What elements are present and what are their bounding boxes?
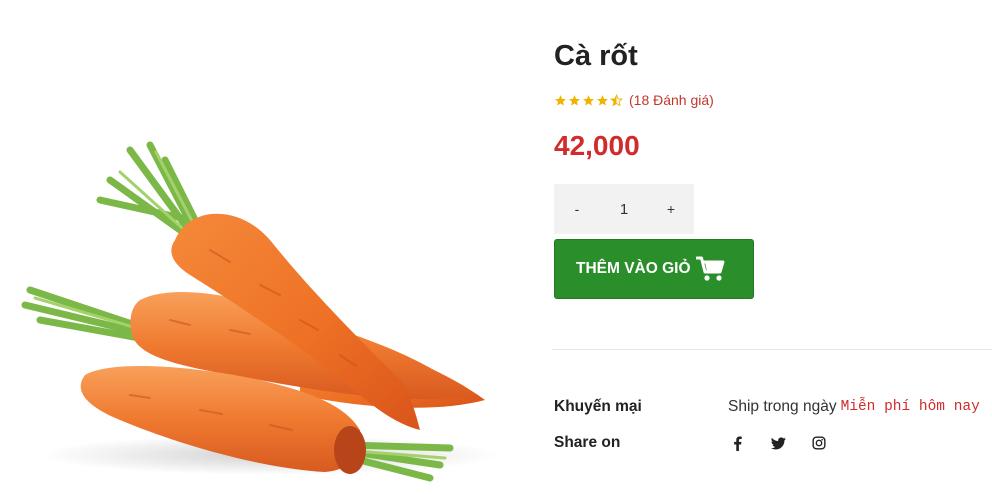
add-to-cart-button[interactable]: THÊM VÀO GIỎ <box>554 239 754 299</box>
product-image <box>0 0 520 494</box>
carrot-image <box>21 141 500 482</box>
twitter-icon[interactable] <box>769 434 787 452</box>
star-icon <box>569 94 580 106</box>
share-label: Share on <box>554 434 621 451</box>
instagram-icon[interactable] <box>810 434 828 452</box>
product-title: Cà rốt <box>554 40 638 72</box>
promotion-label: Khuyến mại <box>554 398 642 415</box>
star-icon <box>583 94 594 106</box>
rating-count[interactable]: (18 Đánh giá) <box>629 92 714 108</box>
product-price: 42,000 <box>554 130 640 161</box>
product-rating: (18 Đánh giá) <box>554 92 714 108</box>
star-icon <box>597 94 608 106</box>
shopping-cart-icon <box>695 256 726 282</box>
star-icon <box>555 94 566 106</box>
social-links <box>728 434 851 452</box>
promotion-text: Ship trong ngày <box>728 398 837 415</box>
divider <box>552 349 992 350</box>
quantity-input[interactable] <box>600 200 648 218</box>
share-row: Share on <box>554 434 851 452</box>
add-to-cart-label: THÊM VÀO GIỎ <box>576 260 691 277</box>
quantity-increase-button[interactable]: + <box>648 184 694 234</box>
facebook-icon[interactable] <box>728 434 746 452</box>
rating-stars <box>554 93 623 107</box>
promotion-row: Khuyến mại Ship trong ngày Miễn phí hôm … <box>554 398 980 416</box>
star-half-icon <box>610 93 623 106</box>
promotion-highlight: Miễn phí hôm nay <box>840 399 980 415</box>
quantity-decrease-button[interactable]: - <box>554 184 600 234</box>
quantity-stepper: - + <box>554 184 694 234</box>
